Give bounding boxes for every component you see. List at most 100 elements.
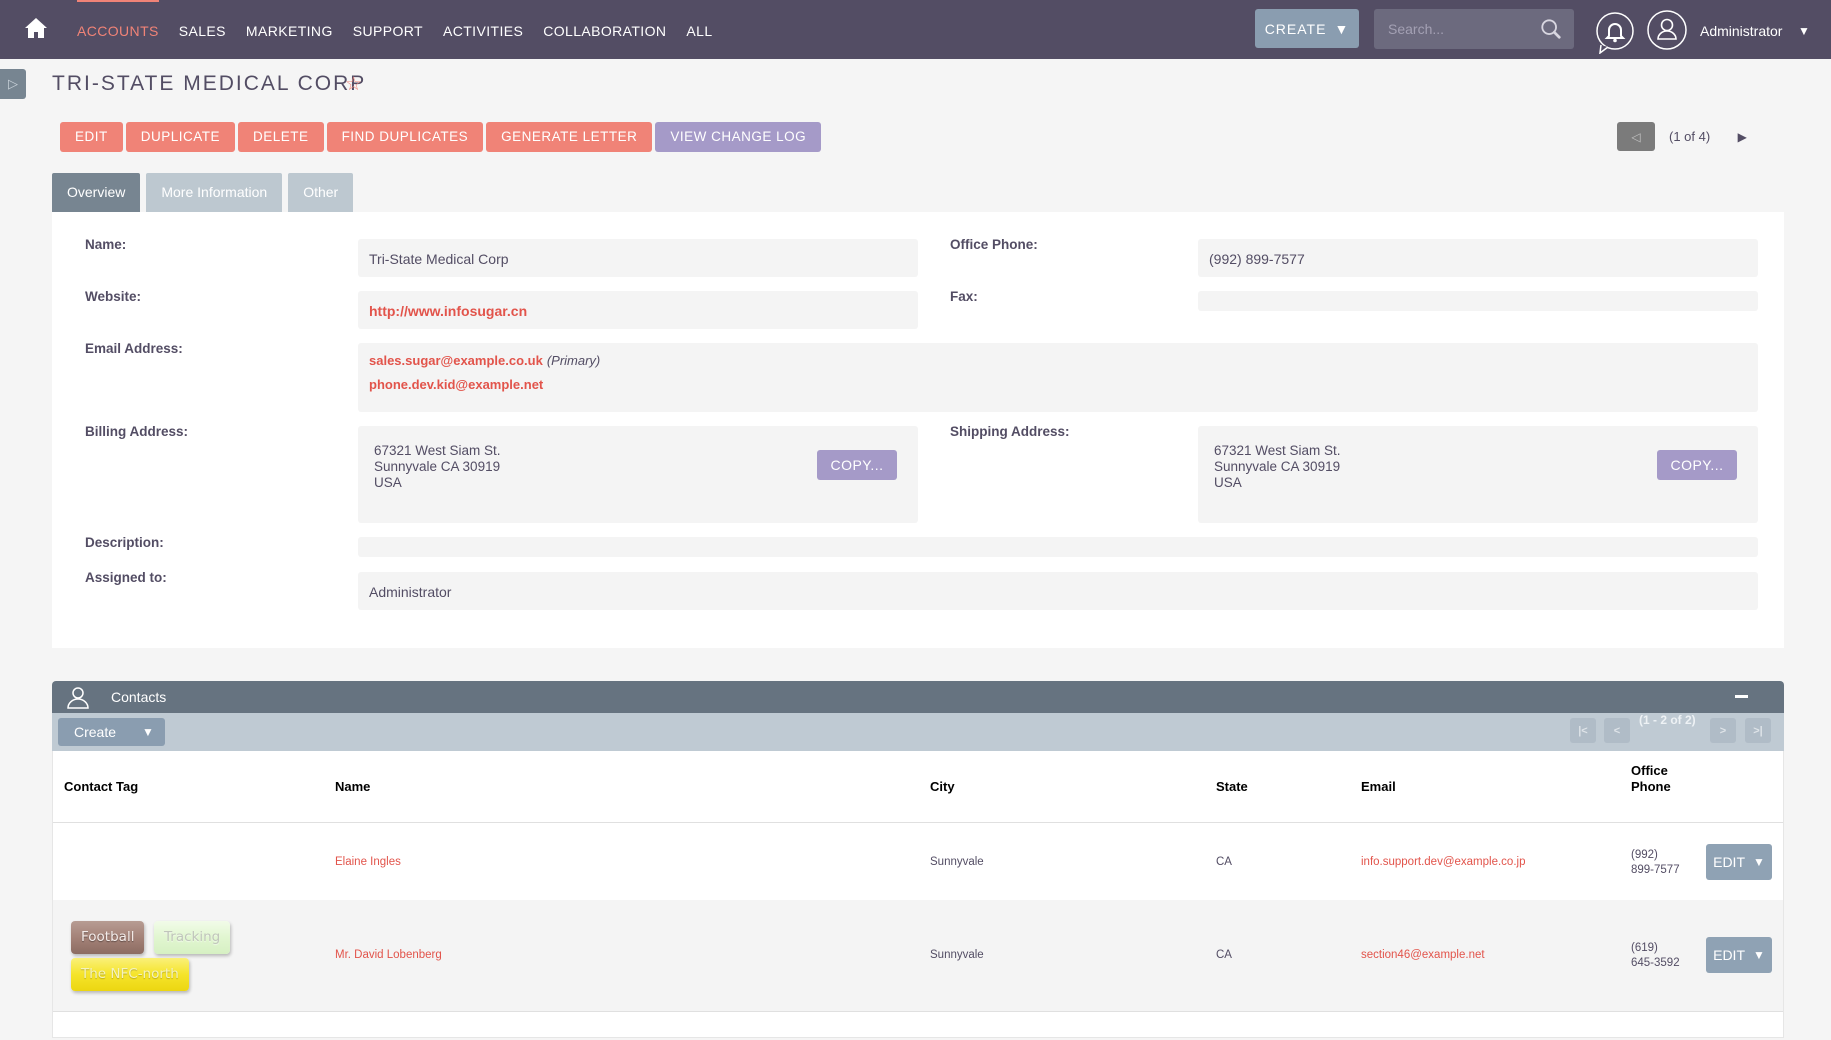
collapse-icon[interactable] [1735, 695, 1748, 698]
nav-accounts[interactable]: ACCOUNTS [77, 0, 169, 59]
caret-down-icon: ▼ [1334, 20, 1350, 37]
nav-all[interactable]: ALL [676, 0, 722, 59]
contact-email-link[interactable]: info.support.dev@example.co.jp [1361, 856, 1525, 868]
edit-button[interactable]: EDIT [60, 122, 123, 152]
caret-down-icon: ▼ [1753, 948, 1765, 962]
last-page-button[interactable]: >| [1745, 718, 1771, 743]
contact-tag[interactable]: Tracking [154, 921, 231, 954]
column-header-email[interactable]: Email [1361, 779, 1396, 794]
shipping-copy-button[interactable]: COPY... [1657, 450, 1737, 480]
name-label: Name: [85, 237, 127, 252]
global-search [1374, 9, 1574, 49]
view-change-log-button[interactable]: VIEW CHANGE LOG [655, 122, 822, 152]
contacts-toolbar: Create ▼ |< < (1 - 2 of 2) > >| [52, 713, 1784, 751]
billing-address-field: 67321 West Siam St. Sunnyvale CA 30919 U… [358, 426, 918, 523]
secondary-email-link[interactable]: phone.dev.kid@example.net [369, 377, 543, 392]
record-pager: ◁ (1 of 4) ▶ [1617, 122, 1760, 151]
contact-office-phone: (619) 645-3592 [1631, 941, 1680, 971]
contact-state: CA [1216, 949, 1232, 961]
duplicate-button[interactable]: DUPLICATE [125, 122, 236, 152]
find-duplicates-button[interactable]: FIND DUPLICATES [326, 122, 484, 152]
shipping-address-label: Shipping Address: [950, 424, 1070, 439]
module-menu: ACCOUNTS SALES MARKETING SUPPORT ACTIVIT… [77, 0, 723, 59]
assigned-to-label: Assigned to: [85, 570, 167, 585]
column-header-office-phone-line2: Phone [1631, 779, 1671, 794]
name-value: Tri-State Medical Corp [369, 251, 509, 267]
billing-country: USA [374, 475, 402, 490]
contacts-page-count: (1 - 2 of 2) [1639, 713, 1696, 727]
contact-email-link[interactable]: section46@example.net [1361, 949, 1485, 961]
page-title: TRI-STATE MEDICAL CORP [52, 72, 367, 95]
row-edit-button[interactable]: EDIT ▼ [1706, 844, 1772, 880]
caret-down-icon[interactable]: ▼ [1798, 24, 1810, 38]
contact-person-icon [67, 687, 89, 709]
play-triangle-icon: ▷ [8, 76, 18, 91]
contact-tag[interactable]: Football [71, 921, 145, 954]
contacts-create-button[interactable]: Create ▼ [58, 718, 165, 746]
name-field: Tri-State Medical Corp [358, 239, 918, 277]
delete-button[interactable]: DELETE [238, 122, 324, 152]
contacts-table: Contact Tag Name City State Email Office… [52, 751, 1784, 1038]
shipping-address-text: 67321 West Siam St. Sunnyvale CA 30919 U… [1214, 443, 1341, 491]
column-header-contact-tag[interactable]: Contact Tag [64, 779, 138, 794]
column-header-city[interactable]: City [930, 779, 955, 794]
phone-number: 645-3592 [1631, 957, 1680, 969]
shipping-street: 67321 West Siam St. [1214, 443, 1341, 458]
generate-letter-button[interactable]: GENERATE LETTER [486, 122, 653, 152]
contact-name-link[interactable]: Mr. David Lobenberg [335, 949, 442, 961]
tab-more-information[interactable]: More Information [146, 173, 283, 212]
contacts-create-label: Create [74, 724, 117, 740]
tab-overview[interactable]: Overview [52, 173, 141, 212]
nav-marketing[interactable]: MARKETING [236, 0, 343, 59]
home-icon[interactable] [24, 16, 48, 40]
top-navigation-bar: ACCOUNTS SALES MARKETING SUPPORT ACTIVIT… [0, 0, 1831, 59]
nav-sales[interactable]: SALES [169, 0, 236, 59]
search-icon[interactable] [1540, 18, 1562, 40]
user-menu-name[interactable]: Administrator [1700, 0, 1782, 63]
billing-city-state-zip: Sunnyvale CA 30919 [374, 459, 501, 474]
nav-support[interactable]: SUPPORT [343, 0, 433, 59]
shipping-address-field: 67321 West Siam St. Sunnyvale CA 30919 U… [1198, 426, 1758, 523]
column-header-name[interactable]: Name [335, 779, 370, 794]
table-row: Elaine Ingles Sunnyvale CA info.support.… [53, 822, 1783, 900]
office-phone-label: Office Phone: [950, 237, 1038, 252]
nav-activities[interactable]: ACTIVITIES [433, 0, 533, 59]
contact-office-phone: (992) 899-7577 [1631, 848, 1680, 878]
previous-record-button[interactable]: ◁ [1617, 122, 1655, 151]
phone-area-code: (992) [1631, 849, 1658, 861]
user-avatar-icon[interactable] [1647, 10, 1687, 50]
shipping-city-state-zip: Sunnyvale CA 30919 [1214, 459, 1341, 474]
fax-field [1198, 291, 1758, 311]
create-label: CREATE [1264, 20, 1327, 37]
record-count: (1 of 4) [1669, 129, 1711, 144]
contact-tag[interactable]: The NFC-north [71, 958, 189, 991]
billing-copy-button[interactable]: COPY... [817, 450, 897, 480]
previous-page-button[interactable]: < [1604, 718, 1630, 743]
caret-down-icon: ▼ [142, 725, 154, 739]
row-edit-button[interactable]: EDIT ▼ [1706, 937, 1772, 973]
website-link[interactable]: http://www.infosugar.cn [369, 303, 527, 319]
search-input[interactable] [1374, 9, 1534, 49]
caret-down-icon: ▼ [1753, 855, 1765, 869]
row-edit-label: EDIT [1713, 854, 1745, 870]
next-record-button[interactable]: ▶ [1724, 122, 1760, 151]
table-row: Football Tracking The NFC-north Mr. Davi… [53, 900, 1783, 1012]
contact-name-link[interactable]: Elaine Ingles [335, 856, 401, 868]
contact-city: Sunnyvale [930, 949, 984, 961]
global-create-button[interactable]: CREATE ▼ [1255, 9, 1359, 48]
star-outline-icon[interactable]: ☆ [345, 73, 362, 96]
first-page-button[interactable]: |< [1570, 718, 1596, 743]
column-header-state[interactable]: State [1216, 779, 1248, 794]
tab-other[interactable]: Other [288, 173, 354, 212]
primary-email-link[interactable]: sales.sugar@example.co.uk [369, 353, 543, 368]
contacts-subpanel-header[interactable]: Contacts [52, 681, 1784, 713]
bell-icon[interactable] [1595, 12, 1635, 54]
next-page-button[interactable]: > [1710, 718, 1736, 743]
column-header-office-phone-line1: Office [1631, 763, 1668, 778]
sidebar-toggle-button[interactable]: ▷ [0, 69, 26, 99]
column-header-office-phone[interactable]: Office Phone [1631, 763, 1671, 795]
phone-number: 899-7577 [1631, 864, 1680, 876]
nav-collaboration[interactable]: COLLABORATION [533, 0, 676, 59]
website-field: http://www.infosugar.cn [358, 291, 918, 329]
primary-email-note: (Primary) [546, 353, 601, 368]
